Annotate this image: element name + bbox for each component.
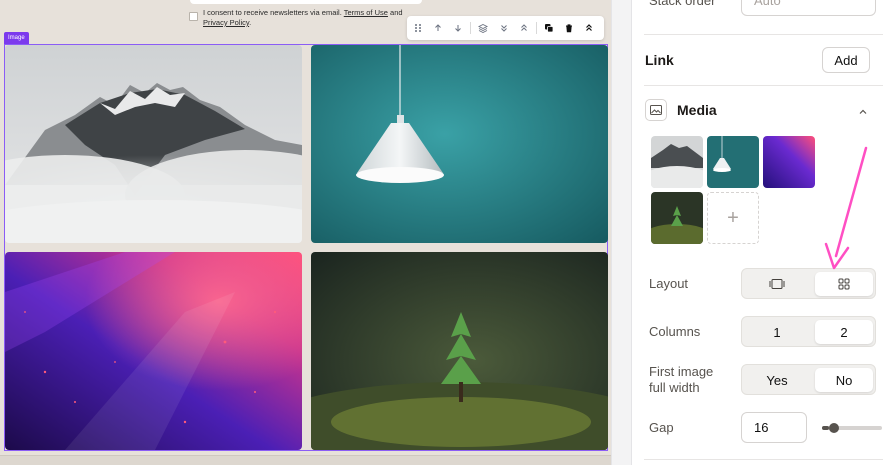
image-icon [645,99,667,121]
media-thumb-nebula[interactable] [763,136,815,188]
toolbar-separator [535,22,537,34]
chevrons-up-icon[interactable] [516,19,532,37]
arrow-down-icon[interactable] [450,19,466,37]
link-add-button[interactable]: Add [822,47,870,73]
consent-text: I consent to receive newsletters via ema… [203,8,344,17]
panel-divider [611,0,632,465]
columns-toggle: 1 2 [741,316,876,347]
stack-order-label: Stack order [649,0,716,8]
trash-icon[interactable] [561,19,577,37]
link-label: Link [645,52,674,68]
media-label: Media [677,102,717,118]
and-text: and [387,8,403,17]
editor-canvas: I consent to receive newsletters via ema… [0,0,611,465]
section-divider [644,34,883,35]
first-image-label: First image full width [649,364,713,396]
consent-label: I consent to receive newsletters via ema… [189,8,409,28]
image-block-label: Image [4,32,29,44]
privacy-link[interactable]: Privacy Policy [203,18,249,27]
settings-panel: Stack order Auto Link Add Media + Layout… [632,0,889,465]
section-divider [644,85,883,86]
columns-label: Columns [649,324,701,339]
misty-mountain-image[interactable] [5,45,302,243]
media-thumb-lamp[interactable] [707,136,759,188]
annotation-arrow-icon [824,146,868,270]
gap-slider-track[interactable] [822,423,882,433]
consent-checkbox[interactable] [189,12,198,21]
purple-nebula-image[interactable] [5,252,302,450]
add-media-button[interactable]: + [707,192,759,244]
gap-slider-handle[interactable] [829,423,839,433]
chevron-up-icon[interactable] [858,104,868,122]
drag-handle-icon[interactable] [410,19,426,37]
gap-input[interactable]: 16 [741,412,807,443]
toolbar-separator [470,22,472,34]
gap-label: Gap [649,420,674,435]
first-image-label-line2: full width [649,380,700,395]
columns-option-2[interactable]: 2 [815,320,873,344]
block-toolbar [407,16,604,40]
first-image-no[interactable]: No [815,368,873,392]
layout-label: Layout [649,276,689,291]
section-divider [644,459,883,460]
terms-link[interactable]: Terms of Use [344,8,388,17]
image-gallery-block[interactable] [4,44,608,451]
first-image-toggle: Yes No [741,364,876,395]
media-thumb-mountain[interactable] [651,136,703,188]
form-card-edge [190,0,422,4]
period-text: . [249,18,252,27]
grid-icon[interactable] [815,272,873,296]
moss-sapling-image[interactable] [311,252,608,450]
canvas-next-section [0,455,611,465]
collapse-up-icon[interactable] [581,19,597,37]
first-image-label-line1: First image [649,364,714,379]
pendant-lamp-image[interactable] [311,45,608,243]
layers-icon[interactable] [475,19,491,37]
gap-slider-fill [822,426,829,430]
columns-option-1[interactable]: 1 [745,320,809,344]
newsletter-consent: I consent to receive newsletters via ema… [189,8,409,28]
duplicate-icon[interactable] [541,19,557,37]
chevrons-down-icon[interactable] [495,19,511,37]
media-thumb-moss[interactable] [651,192,703,244]
first-image-yes[interactable]: Yes [745,368,809,392]
arrow-up-icon[interactable] [430,19,446,37]
stack-order-select[interactable]: Auto [741,0,876,16]
carousel-icon[interactable] [745,272,809,296]
